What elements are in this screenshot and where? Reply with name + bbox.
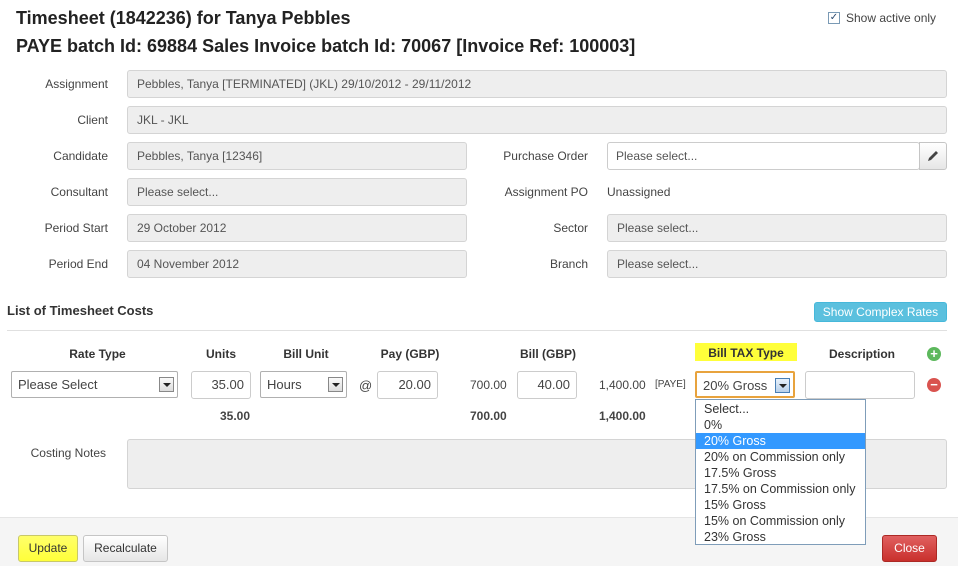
tax-option[interactable]: 23% Gross xyxy=(696,529,865,545)
page-title: Timesheet (1842236) for Tanya Pebbles xyxy=(16,8,351,28)
tax-option[interactable]: 0% xyxy=(696,417,865,433)
chevron-down-icon xyxy=(159,377,174,392)
show-active-label: Show active only xyxy=(846,11,937,25)
sector-field[interactable]: Please select... xyxy=(607,214,947,242)
paye-tag: [PAYE] xyxy=(655,379,686,390)
batch-info: PAYE batch Id: 69884 Sales Invoice batch… xyxy=(16,36,636,56)
bill-grand-total: 1,400.00 xyxy=(599,409,646,423)
remove-row-icon[interactable]: − xyxy=(927,378,941,392)
branch-label: Branch xyxy=(549,257,588,271)
branch-field[interactable]: Please select... xyxy=(607,250,947,278)
show-active-checkbox[interactable]: ✓ xyxy=(828,12,840,24)
period-start-label: Period Start xyxy=(44,221,108,235)
rate-type-select[interactable]: Please Select xyxy=(11,371,178,398)
rate-type-value: Please Select xyxy=(18,377,98,392)
candidate-label: Candidate xyxy=(53,149,108,163)
recalculate-button[interactable]: Recalculate xyxy=(83,535,168,562)
consultant-label: Consultant xyxy=(50,185,108,199)
close-button[interactable]: Close xyxy=(882,535,937,562)
tax-option[interactable]: Select... xyxy=(696,401,865,417)
bill-tax-type-value: 20% Gross xyxy=(703,378,768,393)
description-input[interactable] xyxy=(805,371,915,399)
bill-unit-select[interactable]: Hours xyxy=(260,371,347,398)
period-end-field: 04 November 2012 xyxy=(127,250,467,278)
consultant-field[interactable]: Please select... xyxy=(127,178,467,206)
assignment-po-label: Assignment PO xyxy=(504,185,588,199)
at-symbol: @ xyxy=(359,378,373,393)
col-bill-tax-type: Bill TAX Type xyxy=(695,343,797,361)
units-input[interactable]: 35.00 xyxy=(191,371,251,399)
pay-grand-total: 700.00 xyxy=(470,409,507,423)
chevron-down-icon xyxy=(775,378,790,393)
col-bill-unit: Bill Unit xyxy=(283,347,329,361)
client-field: JKL - JKL xyxy=(127,106,947,134)
chevron-down-icon xyxy=(328,377,343,392)
period-end-label: Period End xyxy=(48,257,108,271)
pay-input[interactable]: 20.00 xyxy=(377,371,438,399)
bill-line-total: 1,400.00 xyxy=(599,378,646,392)
tax-option[interactable]: 15% Gross xyxy=(696,497,865,513)
candidate-field: Pebbles, Tanya [12346] xyxy=(127,142,467,170)
col-units: Units xyxy=(206,347,236,361)
bill-tax-type-select[interactable]: 20% Gross xyxy=(695,371,795,398)
edit-po-button[interactable] xyxy=(919,142,947,170)
units-total: 35.00 xyxy=(220,409,251,423)
client-label: Client xyxy=(77,113,108,127)
bill-input[interactable]: 40.00 xyxy=(517,371,577,399)
purchase-order-label: Purchase Order xyxy=(503,149,588,163)
col-description: Description xyxy=(828,347,895,361)
pay-line-total: 700.00 xyxy=(470,378,507,392)
tax-option[interactable]: 15% on Commission only xyxy=(696,513,865,529)
col-rate-type: Rate Type xyxy=(69,347,126,361)
pencil-icon xyxy=(928,151,938,161)
show-complex-rates-button[interactable]: Show Complex Rates xyxy=(814,302,947,322)
add-row-icon[interactable]: + xyxy=(927,347,941,361)
assignment-field: Pebbles, Tanya [TERMINATED] (JKL) 29/10/… xyxy=(127,70,947,98)
purchase-order-field[interactable]: Please select... xyxy=(607,142,920,170)
col-pay: Pay (GBP) xyxy=(380,347,440,361)
tax-option[interactable]: 17.5% on Commission only xyxy=(696,481,865,497)
period-start-field: 29 October 2012 xyxy=(127,214,467,242)
tax-option[interactable]: 20% on Commission only xyxy=(696,449,865,465)
costs-heading: List of Timesheet Costs xyxy=(7,303,154,318)
update-button[interactable]: Update xyxy=(18,535,78,562)
assignment-po-value: Unassigned xyxy=(607,185,671,199)
tax-option[interactable]: 17.5% Gross xyxy=(696,465,865,481)
assignment-label: Assignment xyxy=(45,77,108,91)
show-active-toggle[interactable]: ✓ Show active only xyxy=(828,11,936,25)
bill-unit-value: Hours xyxy=(267,377,302,392)
tax-option-selected[interactable]: 20% Gross xyxy=(696,433,865,449)
col-bill: Bill (GBP) xyxy=(520,347,576,361)
sector-label: Sector xyxy=(553,221,588,235)
section-divider xyxy=(7,330,947,331)
bill-tax-type-dropdown[interactable]: Select... 0% 20% Gross 20% on Commission… xyxy=(695,399,866,545)
costing-notes-label: Costing Notes xyxy=(30,446,106,460)
